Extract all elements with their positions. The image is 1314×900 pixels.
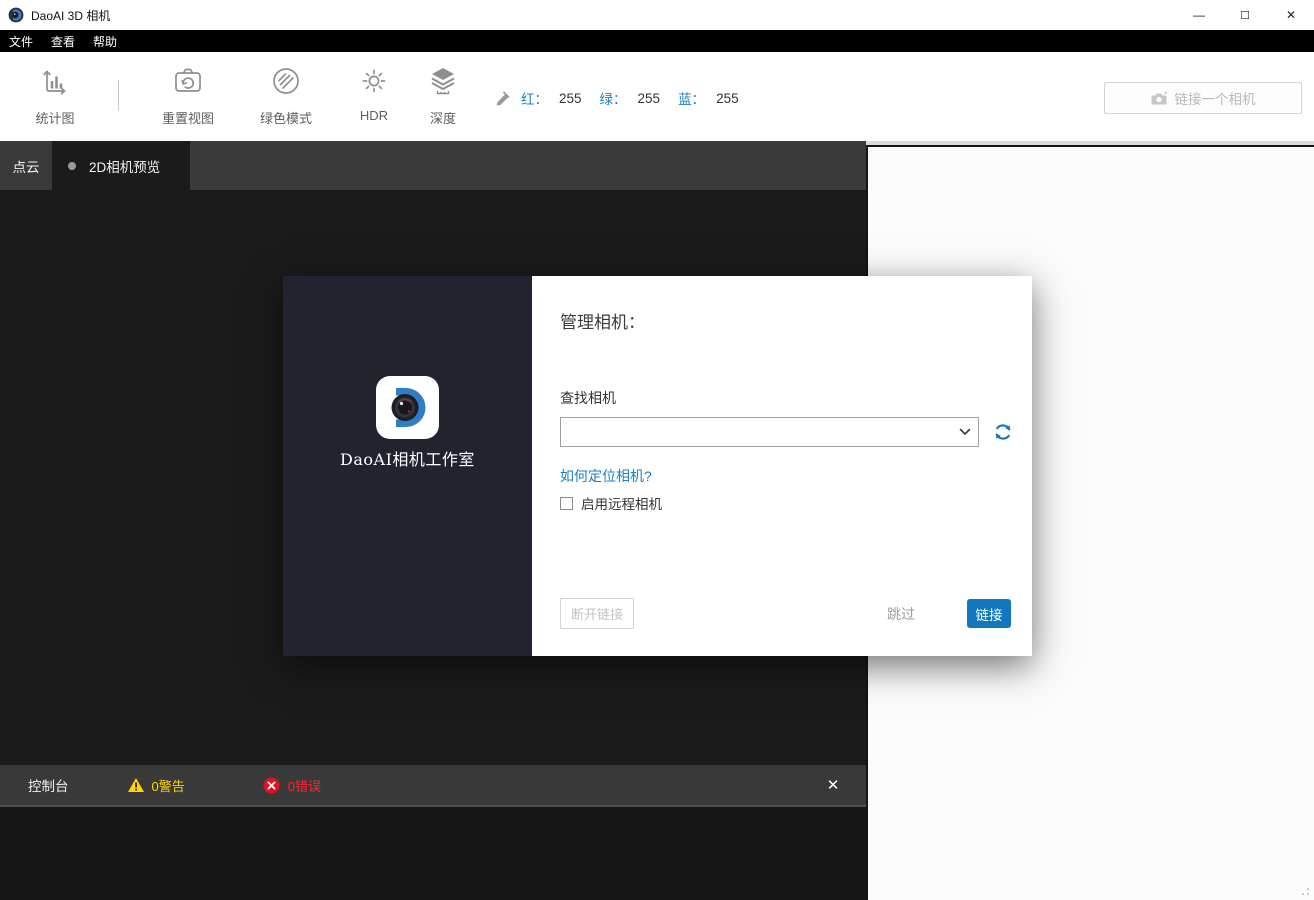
- connect-button[interactable]: 链接: [967, 599, 1011, 628]
- green-label: 绿：: [600, 88, 627, 108]
- chevron-down-icon: [959, 428, 971, 436]
- green-mode-icon: [269, 64, 303, 98]
- minimize-button[interactable]: —: [1176, 0, 1222, 30]
- rgb-blue: 蓝： 255: [678, 88, 739, 108]
- console-warnings-label: 0警告: [152, 776, 185, 795]
- histogram-icon: [38, 64, 72, 98]
- red-label: 红：: [521, 88, 548, 108]
- toolbar-green-mode-label: 绿色模式: [244, 108, 328, 127]
- rgb-green: 绿： 255: [600, 88, 661, 108]
- connect-a-camera-label: 链接一个相机: [1175, 88, 1256, 108]
- tab-point-cloud-label: 点云: [13, 156, 40, 176]
- reset-view-icon: [170, 64, 206, 98]
- toolbar-reset-view-label: 重置视图: [146, 108, 230, 127]
- window-title: DaoAI 3D 相机: [31, 7, 110, 24]
- dialog-content-panel: 管理相机： 查找相机 如何定位相机? 启用远程相机 断开链接: [532, 276, 1032, 656]
- console-errors-label: 0错误: [288, 776, 321, 795]
- camera-select-combobox[interactable]: [560, 417, 979, 447]
- remote-camera-label: 启用远程相机: [581, 493, 662, 513]
- refresh-cameras-button[interactable]: [992, 421, 1014, 443]
- blue-value: 255: [716, 91, 739, 106]
- toolbar-histogram-button[interactable]: 统计图: [13, 62, 97, 127]
- manage-camera-dialog: DaoAI相机工作室 管理相机： 查找相机 如何定位相机? 启用远程相机: [283, 276, 1032, 656]
- remote-camera-checkbox[interactable]: [560, 497, 573, 510]
- close-button[interactable]: ✕: [1268, 0, 1314, 30]
- how-to-locate-camera-link[interactable]: 如何定位相机?: [560, 466, 652, 486]
- rgb-red: 红： 255: [521, 88, 582, 108]
- maximize-button[interactable]: ☐: [1222, 0, 1268, 30]
- toolbar-separator: [118, 80, 119, 110]
- blue-label: 蓝：: [678, 88, 705, 108]
- menu-help[interactable]: 帮助: [84, 30, 126, 52]
- title-bar: DaoAI 3D 相机 — ☐ ✕: [0, 0, 1314, 30]
- console-title: 控制台: [28, 775, 69, 795]
- menu-bar: 文件 查看 帮助: [0, 30, 1314, 52]
- connect-a-camera-button[interactable]: 链接一个相机: [1104, 82, 1302, 114]
- camera-select-input[interactable]: [561, 418, 952, 446]
- combo-dropdown-button[interactable]: [952, 428, 978, 436]
- toolbar-depth-label: 深度: [401, 108, 485, 127]
- tab-2d-camera-preview[interactable]: 2D相机预览: [52, 141, 190, 190]
- console-errors[interactable]: 0错误: [263, 776, 321, 795]
- depth-icon: [426, 64, 460, 98]
- rgb-readout: 红： 255 绿： 255 蓝： 255: [494, 88, 757, 108]
- menu-file[interactable]: 文件: [0, 30, 42, 52]
- console-bar: 控制台 0警告 0错误 ✕: [0, 765, 866, 806]
- toolbar-reset-view-button[interactable]: 重置视图: [146, 62, 230, 127]
- find-camera-label: 查找相机: [560, 388, 616, 408]
- toolbar-depth-button[interactable]: 深度: [401, 62, 485, 127]
- error-icon: [263, 777, 280, 794]
- warning-icon: [127, 777, 145, 793]
- hdr-icon: [357, 64, 391, 98]
- red-value: 255: [559, 91, 582, 106]
- dialog-brand-panel: DaoAI相机工作室: [283, 276, 532, 656]
- console-warnings[interactable]: 0警告: [127, 776, 185, 795]
- brand-name: DaoAI相机工作室: [283, 446, 532, 470]
- console-output-area[interactable]: [0, 806, 866, 900]
- resize-grip-icon[interactable]: [1298, 885, 1310, 897]
- toolbar-green-mode-button[interactable]: 绿色模式: [244, 62, 328, 127]
- green-value: 255: [638, 91, 661, 106]
- tab-status-dot-icon: [68, 162, 76, 170]
- camera-icon: [1151, 91, 1168, 106]
- eyedropper-icon: [494, 90, 511, 107]
- tab-2d-camera-preview-label: 2D相机预览: [89, 156, 160, 176]
- view-tab-bar: 点云 2D相机预览: [0, 141, 866, 190]
- skip-button[interactable]: 跳过: [887, 604, 915, 624]
- tab-point-cloud[interactable]: 点云: [0, 141, 52, 190]
- disconnect-button[interactable]: 断开链接: [560, 598, 634, 629]
- menu-view[interactable]: 查看: [42, 30, 84, 52]
- window-controls: — ☐ ✕: [1176, 0, 1314, 30]
- daoai-logo-icon: [376, 376, 439, 439]
- toolbar-histogram-label: 统计图: [13, 108, 97, 127]
- console-close-button[interactable]: ✕: [822, 776, 844, 794]
- remote-camera-row: 启用远程相机: [560, 493, 662, 513]
- toolbar: 统计图 重置视图: [0, 52, 1314, 141]
- dialog-footer: 断开链接 跳过 链接: [560, 598, 1011, 629]
- dialog-title: 管理相机：: [560, 308, 645, 333]
- app-logo-icon: [8, 7, 24, 23]
